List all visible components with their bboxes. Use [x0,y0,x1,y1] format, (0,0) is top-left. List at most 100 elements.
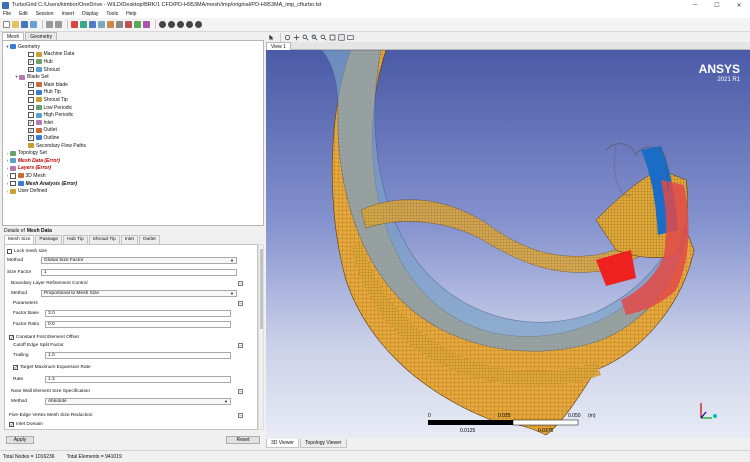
factor-base-input[interactable]: 3.0 [45,309,231,317]
collapse-icon[interactable]: − [238,412,243,418]
viewport-layout-icon[interactable] [338,33,345,41]
report-icon[interactable] [186,21,193,28]
tab-mesh[interactable]: Mesh [2,32,25,40]
tree-item[interactable]: Low Periodic [23,104,261,112]
apply-button[interactable]: Apply [6,436,34,444]
constant-first-row[interactable]: ✓ Constant First Element Offset [9,333,79,341]
target-max-checkbox[interactable]: ✓ [13,364,18,370]
tree-item[interactable]: ✓ Outlet [23,127,261,135]
blade-icon[interactable] [107,21,114,28]
tree-checkbox[interactable]: ✓ [28,120,34,126]
tab-topology-viewer[interactable]: Topology Viewer [299,439,347,448]
tab-3d-viewer[interactable]: 3D Viewer [266,439,299,448]
method-select[interactable]: Global Size Factor ▼ [41,256,237,264]
rotate-icon[interactable] [284,34,291,41]
tree-item[interactable]: Machine Data [23,51,261,59]
shroud-icon[interactable] [98,21,105,28]
tree-item[interactable]: › Topology Set [5,149,261,157]
inlet-domain-checkbox[interactable]: ✓ [9,421,14,427]
menu-session[interactable]: Session [36,11,54,17]
hub-icon[interactable] [89,21,96,28]
tree-item[interactable]: Secondary Flow Paths [23,142,261,150]
tab-hub-tip[interactable]: Hub Tip [63,235,88,244]
save-as-icon[interactable] [30,21,37,28]
collapse-icon[interactable]: − [238,300,243,306]
details-scrollbar[interactable] [258,244,264,430]
constant-first-checkbox[interactable]: ✓ [9,334,14,340]
lock-mesh-size-row[interactable]: Lock mesh size [7,247,47,255]
zoom-fit-icon[interactable] [320,34,327,41]
tree-item[interactable]: › Mesh Analysis (Error) [5,180,261,188]
tree-item[interactable]: ▾ Blade Set [14,73,261,81]
tree-item[interactable]: ▾ Geometry [5,43,261,51]
fit-view-icon[interactable] [329,34,336,41]
check-icon[interactable] [177,21,184,28]
zoom-box-icon[interactable] [311,34,318,41]
tree-item[interactable]: ✓ Shroud [23,66,261,74]
tree-item[interactable]: › Mesh Data (Error) [5,157,261,165]
lock-mesh-size-checkbox[interactable] [7,248,12,254]
close-button[interactable]: ✕ [728,0,750,10]
tree-checkbox[interactable] [10,180,16,187]
select-arrow-icon[interactable] [268,34,275,41]
menu-tools[interactable]: Tools [106,11,118,17]
tab-shroud-tip[interactable]: Shroud Tip [88,235,120,244]
tree-item[interactable]: ✓ Inlet [23,119,261,127]
tree-checkbox[interactable] [28,89,34,96]
inlet-domain-row[interactable]: ✓ Inlet Domain [9,420,43,428]
tree-checkbox[interactable] [28,51,34,58]
tree-checkbox[interactable]: ✓ [28,66,34,73]
mesh-3d-icon[interactable] [168,21,175,28]
tree-item[interactable]: › Layers (Error) [5,165,261,173]
tab-outlet[interactable]: Outlet [138,235,160,244]
tree-checkbox[interactable] [28,97,34,103]
tab-inlet[interactable]: Inlet [120,235,138,244]
scrollbar-thumb[interactable] [260,249,263,329]
menu-display[interactable]: Display [82,11,98,17]
tree-checkbox[interactable] [28,104,34,111]
size-factor-input[interactable]: 1 [41,268,237,276]
tree-checkbox[interactable]: ✓ [28,59,34,65]
tab-geometry[interactable]: Geometry [25,32,58,40]
mesh-icon[interactable] [134,21,141,28]
tree-item[interactable]: Hub Tip [23,89,261,97]
pan-icon[interactable] [293,34,300,41]
tree-item[interactable]: Shroud Tip [23,96,261,104]
redo-icon[interactable] [55,21,62,28]
blr-method-select[interactable]: Proportional to Mesh Size ▼ [41,289,237,297]
maximize-button[interactable]: ☐ [706,0,728,10]
trailing-input[interactable]: 1.0 [45,351,231,359]
zoom-icon[interactable] [302,34,309,41]
open-folder-icon[interactable] [12,21,19,28]
collapse-icon[interactable]: − [238,388,243,394]
tree-item[interactable]: › ✓ Main blade [23,81,261,89]
tree-item[interactable]: › User Defined [5,187,261,195]
save-icon[interactable] [21,21,28,28]
undo-icon[interactable] [46,21,53,28]
collapse-icon[interactable]: − [238,280,243,286]
menu-insert[interactable]: Insert [61,11,74,17]
new-file-icon[interactable] [3,21,10,28]
display-options-icon[interactable] [347,34,354,41]
stop-icon[interactable] [71,21,78,28]
export-icon[interactable] [195,21,202,28]
analysis-icon[interactable] [143,21,150,28]
minimize-button[interactable]: ─ [684,0,706,10]
mesh-data-icon[interactable] [125,21,132,28]
tab-passage[interactable]: Passage [35,235,63,244]
target-max-row[interactable]: ✓ Target Maximum Expansion Rate [13,363,91,371]
tree-item[interactable]: ✓ Outline [23,134,261,142]
tree-checkbox[interactable] [28,112,34,118]
rate-input[interactable]: 1.3 [45,375,231,383]
tree-checkbox[interactable]: ✓ [28,135,34,141]
layers-icon[interactable] [116,21,123,28]
menu-help[interactable]: Help [126,11,136,17]
tree-checkbox[interactable]: ✓ [28,82,34,88]
tree-checkbox[interactable] [10,173,16,179]
tree-item[interactable]: › 3D Mesh [5,172,261,180]
tree-checkbox[interactable]: ✓ [28,127,34,134]
3d-viewport[interactable]: ANSYS 2021 R1 0 0.025 0.050 (m) 0.0125 0… [266,50,750,438]
tree-item[interactable]: ✓ Hub [23,58,261,66]
tab-mesh-size[interactable]: Mesh Size [4,235,35,244]
reset-button[interactable]: Reset [226,436,260,444]
